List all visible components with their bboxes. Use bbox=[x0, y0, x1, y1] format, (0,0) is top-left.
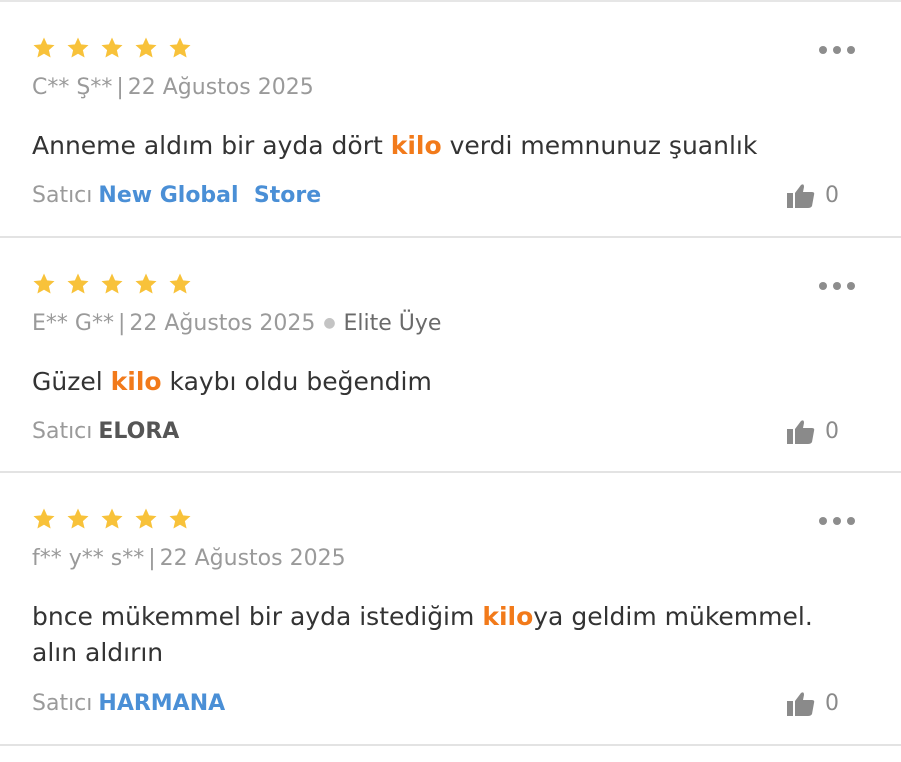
star-icon bbox=[134, 272, 158, 296]
thumbs-up-icon bbox=[787, 183, 815, 209]
star-icon bbox=[32, 272, 56, 296]
review-meta: C** Ş** | 22 Ağustos 2025 bbox=[32, 75, 314, 100]
seller-label: Satıcı bbox=[32, 419, 93, 444]
seller-link[interactable]: New Global Store bbox=[98, 183, 321, 208]
member-badge: Elite Üye bbox=[343, 311, 442, 336]
more-options-icon[interactable] bbox=[819, 280, 855, 292]
review-meta: E** G** | 22 Ağustos 2025 ● Elite Üye bbox=[32, 311, 441, 336]
star-icon bbox=[66, 272, 90, 296]
star-icon bbox=[168, 507, 192, 531]
like-count: 0 bbox=[825, 419, 839, 444]
review-meta: f** y** s** | 22 Ağustos 2025 bbox=[32, 546, 346, 571]
like-button[interactable]: 0 bbox=[787, 419, 847, 447]
search-highlight: kilo bbox=[110, 367, 162, 396]
review-text-part: verdi memnunuz şuanlık bbox=[441, 131, 758, 160]
review-card: f** y** s** | 22 Ağustos 2025 bnce mükemme… bbox=[0, 473, 901, 746]
more-options-icon[interactable] bbox=[819, 515, 855, 527]
like-button[interactable]: 0 bbox=[787, 183, 847, 211]
review-text-part: Güzel bbox=[32, 367, 111, 396]
review-text: bnce mükemmel bir ayda istediğim kiloya … bbox=[32, 599, 862, 671]
star-icon bbox=[100, 507, 124, 531]
author-name: f** y** s** bbox=[32, 546, 145, 571]
review-card: C** Ş** | 22 Ağustos 2025 Anneme aldım bir… bbox=[0, 2, 901, 238]
author-name: C** Ş** bbox=[32, 75, 113, 100]
meta-separator: | bbox=[148, 546, 156, 571]
author-name: E** G** bbox=[32, 311, 114, 336]
search-highlight: kilo bbox=[390, 131, 442, 160]
seller-info: Satıcı ELORA bbox=[32, 419, 179, 444]
star-icon bbox=[134, 36, 158, 60]
star-icon bbox=[66, 36, 90, 60]
star-icon bbox=[100, 272, 124, 296]
seller-link[interactable]: HARMANA bbox=[98, 691, 225, 716]
star-icon bbox=[168, 36, 192, 60]
bullet-separator: ● bbox=[323, 315, 336, 331]
seller-label: Satıcı bbox=[32, 691, 93, 716]
star-icon bbox=[168, 272, 192, 296]
review-text-part: bnce mükemmel bir ayda istediğim bbox=[32, 602, 483, 631]
seller-label: Satıcı bbox=[32, 183, 93, 208]
seller-link[interactable]: ELORA bbox=[98, 419, 179, 444]
seller-info: Satıcı New Global Store bbox=[32, 183, 321, 208]
star-icon bbox=[32, 36, 56, 60]
review-text-part: kaybı oldu beğendim bbox=[161, 367, 432, 396]
review-date: 22 Ağustos 2025 bbox=[127, 75, 314, 100]
review-text: Güzel kilo kaybı oldu beğendim bbox=[32, 364, 862, 400]
star-icon bbox=[32, 507, 56, 531]
review-card: E** G** | 22 Ağustos 2025 ● Elite Üye Güzel … bbox=[0, 238, 901, 473]
review-list: C** Ş** | 22 Ağustos 2025 Anneme aldım bir… bbox=[0, 0, 901, 746]
review-text-part: Anneme aldım bir ayda dört bbox=[32, 131, 391, 160]
meta-separator: | bbox=[117, 311, 126, 336]
review-text: Anneme aldım bir ayda dört kilo verdi me… bbox=[32, 128, 862, 164]
star-icon bbox=[134, 507, 158, 531]
meta-separator: | bbox=[116, 75, 124, 100]
thumbs-up-icon bbox=[787, 419, 815, 445]
search-highlight: kilo bbox=[482, 602, 534, 631]
star-icon bbox=[66, 507, 90, 531]
thumbs-up-icon bbox=[787, 691, 815, 717]
like-button[interactable]: 0 bbox=[787, 691, 847, 719]
review-date: 22 Ağustos 2025 bbox=[129, 311, 316, 336]
more-options-icon[interactable] bbox=[819, 44, 855, 56]
seller-info: Satıcı HARMANA bbox=[32, 691, 225, 716]
like-count: 0 bbox=[825, 691, 839, 716]
review-date: 22 Ağustos 2025 bbox=[159, 546, 346, 571]
star-icon bbox=[100, 36, 124, 60]
like-count: 0 bbox=[825, 183, 839, 208]
